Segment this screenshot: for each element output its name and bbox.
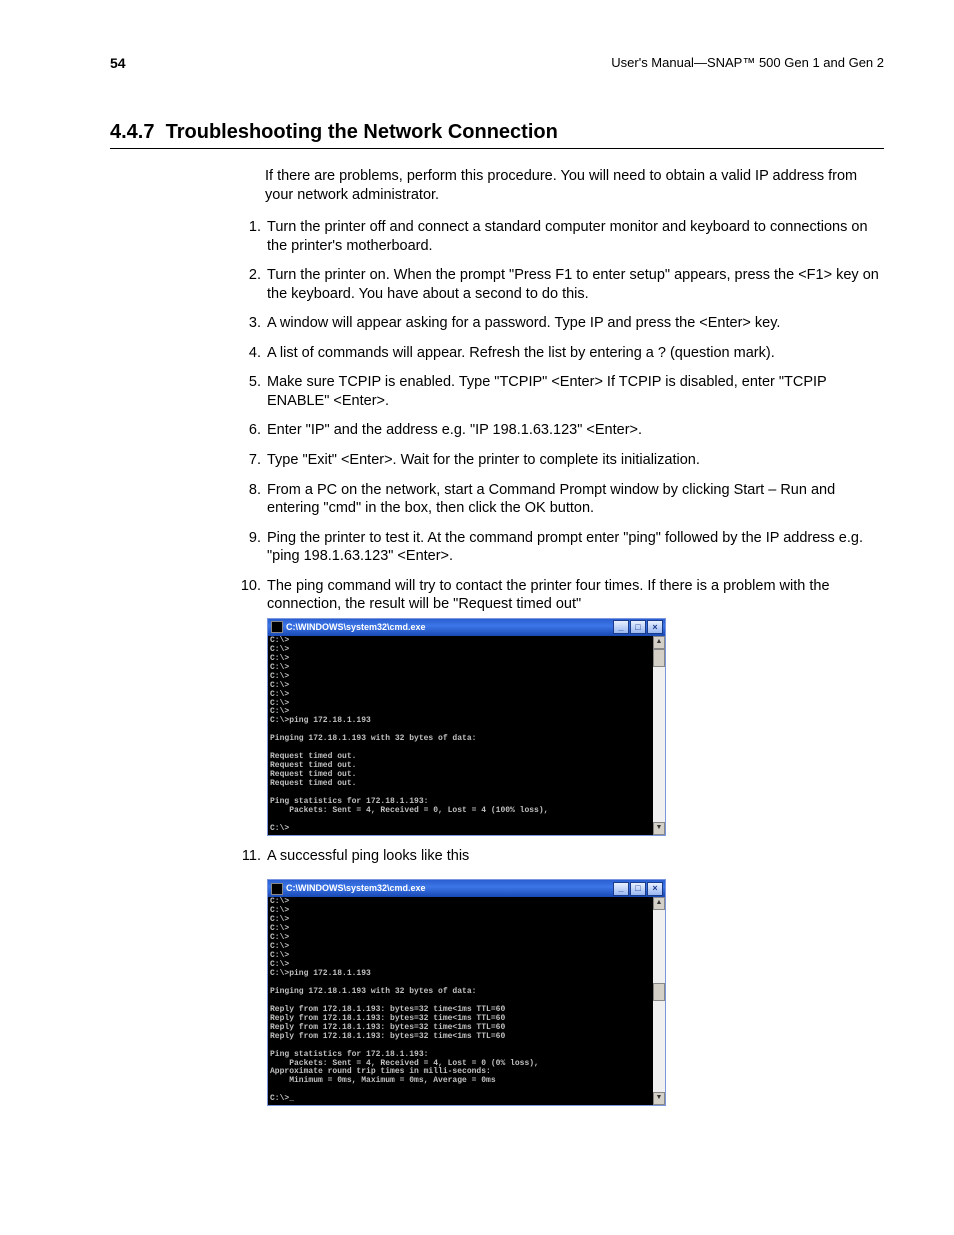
step-item: Type "Exit" <Enter>. Wait for the printe… (265, 451, 884, 470)
scroll-up-icon[interactable]: ▲ (653, 897, 665, 910)
cmd-window-failed: C:\WINDOWS\system32\cmd.exe _ □ × C:\> C… (267, 618, 666, 836)
minimize-button[interactable]: _ (613, 882, 629, 896)
cmd-titlebar: C:\WINDOWS\system32\cmd.exe _ □ × (268, 880, 665, 897)
cmd-output-text: C:\> C:\> C:\> C:\> C:\> C:\> C:\> C:\> … (270, 637, 651, 834)
cmd-title: C:\WINDOWS\system32\cmd.exe (286, 883, 610, 895)
cmd-body: C:\> C:\> C:\> C:\> C:\> C:\> C:\> C:\> … (268, 897, 665, 1105)
scroll-track[interactable] (653, 910, 665, 1092)
intro-paragraph: If there are problems, perform this proc… (265, 167, 884, 204)
cmd-title: C:\WINDOWS\system32\cmd.exe (286, 622, 610, 634)
scrollbar[interactable]: ▲ ▼ (653, 636, 665, 835)
section-title-text: Troubleshooting the Network Connection (166, 121, 558, 143)
cmd-icon (271, 883, 283, 895)
step-item: From a PC on the network, start a Comman… (265, 481, 884, 518)
cmd-output-text: C:\> C:\> C:\> C:\> C:\> C:\> C:\> C:\> … (270, 898, 651, 1104)
step-item: Turn the printer off and connect a stand… (265, 218, 884, 255)
document-page: 54 User's Manual—SNAP™ 500 Gen 1 and Gen… (0, 0, 954, 1235)
maximize-button[interactable]: □ (630, 882, 646, 896)
window-controls: _ □ × (613, 620, 663, 634)
cmd-titlebar: C:\WINDOWS\system32\cmd.exe _ □ × (268, 619, 665, 636)
step-text: A successful ping looks like this (267, 848, 469, 864)
cmd-output: C:\> C:\> C:\> C:\> C:\> C:\> C:\> C:\> … (268, 636, 653, 835)
section-heading: 4.4.7 Troubleshooting the Network Connec… (110, 121, 884, 146)
scroll-down-icon[interactable]: ▼ (653, 822, 665, 835)
cmd-window-success: C:\WINDOWS\system32\cmd.exe _ □ × C:\> C… (267, 879, 666, 1106)
scroll-thumb[interactable] (653, 649, 665, 667)
page-header: 54 User's Manual—SNAP™ 500 Gen 1 and Gen… (110, 55, 884, 71)
step-item: Make sure TCPIP is enabled. Type "TCPIP"… (265, 373, 884, 410)
maximize-button[interactable]: □ (630, 620, 646, 634)
scroll-up-icon[interactable]: ▲ (653, 636, 665, 649)
close-button[interactable]: × (647, 882, 663, 896)
cmd-icon (271, 621, 283, 633)
doc-title-header: User's Manual—SNAP™ 500 Gen 1 and Gen 2 (611, 55, 884, 71)
step-text: The ping command will try to contact the… (267, 578, 830, 613)
step-item: Turn the printer on. When the prompt "Pr… (265, 266, 884, 303)
scroll-thumb[interactable] (653, 983, 665, 1001)
section-number: 4.4.7 (110, 121, 154, 143)
heading-rule (110, 148, 884, 149)
cmd-output: C:\> C:\> C:\> C:\> C:\> C:\> C:\> C:\> … (268, 897, 653, 1105)
close-button[interactable]: × (647, 620, 663, 634)
steps-list: Turn the printer off and connect a stand… (240, 218, 884, 1106)
step-item: The ping command will try to contact the… (265, 577, 884, 836)
scroll-down-icon[interactable]: ▼ (653, 1092, 665, 1105)
step-item: Ping the printer to test it. At the comm… (265, 529, 884, 566)
step-item: Enter "IP" and the address e.g. "IP 198.… (265, 421, 884, 440)
window-controls: _ □ × (613, 882, 663, 896)
minimize-button[interactable]: _ (613, 620, 629, 634)
step-item: A successful ping looks like this C:\WIN… (265, 847, 884, 1106)
cmd-body: C:\> C:\> C:\> C:\> C:\> C:\> C:\> C:\> … (268, 636, 665, 835)
scrollbar[interactable]: ▲ ▼ (653, 897, 665, 1105)
step-item: A window will appear asking for a passwo… (265, 314, 884, 333)
content-body: If there are problems, perform this proc… (265, 167, 884, 1106)
scroll-track[interactable] (653, 649, 665, 822)
step-item: A list of commands will appear. Refresh … (265, 344, 884, 363)
page-number: 54 (110, 55, 126, 71)
